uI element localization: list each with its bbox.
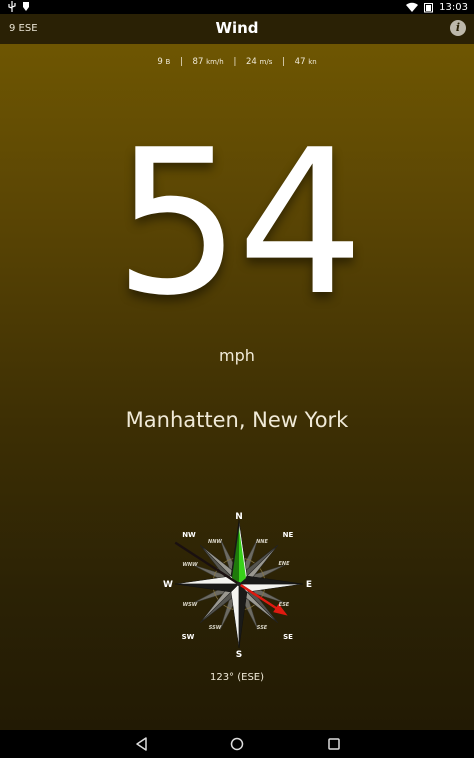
navigation-bar xyxy=(0,730,474,758)
ms-unit: m/s xyxy=(259,58,273,66)
page-title: Wind xyxy=(215,19,259,37)
compass-label-n: N xyxy=(235,512,243,522)
compass-rose: N E S W NE SE SW NW NNE ENE ESE SSE SSW … xyxy=(163,512,312,660)
compass-label-se: SE xyxy=(283,633,293,641)
compass-label-w: W xyxy=(163,580,173,590)
info-button[interactable]: i xyxy=(450,20,466,36)
kn-unit: kn xyxy=(308,58,317,66)
compass-label-ese: ESE xyxy=(279,602,290,608)
wind-speed-value: 54 xyxy=(113,107,365,340)
kn-value: 47 xyxy=(294,57,306,67)
compass-label-e: E xyxy=(306,580,312,590)
ms-value: 24 xyxy=(246,57,257,67)
compass-label-nne: NNE xyxy=(256,539,268,545)
battery-icon xyxy=(424,2,434,12)
compass-label-s: S xyxy=(236,650,242,660)
beaufort-unit: B xyxy=(165,58,171,66)
beaufort-value: 9 xyxy=(157,57,163,67)
app-bar: 9 ESE Wind i xyxy=(0,14,474,44)
usb-icon xyxy=(8,1,16,12)
compass-secondary-rays xyxy=(174,519,304,649)
compass-label-wsw: WSW xyxy=(183,602,198,608)
compass-label-ene: ENE xyxy=(278,561,290,567)
notification-icon xyxy=(23,2,29,11)
compass-label-wnw: WNW xyxy=(182,562,198,568)
compass-label-sw: SW xyxy=(182,633,195,641)
bearing-label: 123° (ESE) xyxy=(209,672,265,683)
kmh-unit: km/h xyxy=(206,58,224,66)
compass-label-nnw: NNW xyxy=(208,539,222,545)
compass-label-ne: NE xyxy=(283,531,294,539)
back-icon[interactable] xyxy=(134,736,150,752)
separator: | xyxy=(233,57,237,67)
separator: | xyxy=(282,57,285,67)
home-icon[interactable] xyxy=(229,736,245,752)
compass-label-ssw: SSW xyxy=(209,625,222,631)
recent-apps-icon[interactable] xyxy=(326,736,342,752)
unit-conversions: 9 B | 87 km/h | 24 m/s | 47 kn xyxy=(0,57,474,67)
location-name[interactable]: Manhatten, New York xyxy=(0,408,474,432)
separator: | xyxy=(179,57,183,67)
status-time: 13:03 xyxy=(439,1,468,13)
compass-label-sse: SSE xyxy=(257,625,268,631)
compass-label-nw: NW xyxy=(182,531,196,539)
main-content: 9 B | 87 km/h | 24 m/s | 47 kn 54 mph Ma… xyxy=(0,44,474,730)
wind-speed-unit: mph xyxy=(219,346,255,365)
kmh-value: 87 xyxy=(192,57,204,67)
wifi-icon xyxy=(406,2,419,12)
status-bar: 13:03 xyxy=(0,0,474,14)
